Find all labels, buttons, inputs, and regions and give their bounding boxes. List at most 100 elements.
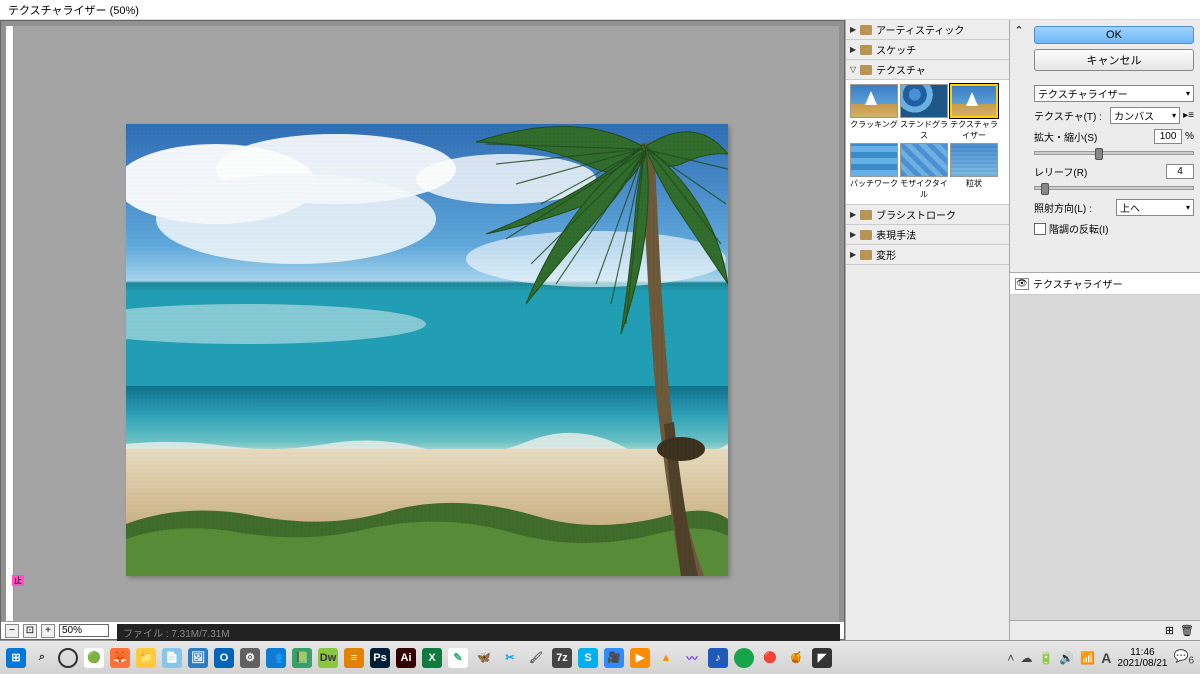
- delete-layer-button[interactable]: 🗑: [1180, 624, 1194, 637]
- vlc-icon[interactable]: ▲: [656, 648, 676, 668]
- effect-layer-row[interactable]: 👁 テクスチャライザー: [1010, 273, 1200, 295]
- taskbar: ⊞ ⌕ 🟢 🦊 📁 📄 🖼 O ⚙ 👥 📗 Dw ≡ Ps Ai X ✎ 🦋 ✂…: [0, 640, 1200, 674]
- settings-panel: ⌃ OK キャンセル テクスチャライザー▾ テクスチャ(T) : カンバス▾ ▸…: [1010, 20, 1200, 640]
- category-brushstroke[interactable]: ▶ブラシストローク: [846, 205, 1009, 225]
- green-icon[interactable]: [734, 648, 754, 668]
- settings-icon[interactable]: ⚙: [240, 648, 260, 668]
- relief-input[interactable]: [1166, 164, 1194, 179]
- chrome-icon[interactable]: 🟢: [84, 648, 104, 668]
- layer-name: テクスチャライザー: [1033, 276, 1123, 291]
- texture-select[interactable]: カンバス▾: [1110, 107, 1180, 124]
- folder-icon: [860, 25, 872, 35]
- search-icon[interactable]: ⌕: [32, 648, 52, 668]
- start-button[interactable]: ⊞: [6, 648, 26, 668]
- chevron-down-icon: ▾: [1172, 111, 1176, 120]
- app4-icon[interactable]: 🍯: [786, 648, 806, 668]
- cancel-button[interactable]: キャンセル: [1034, 49, 1194, 71]
- visibility-icon[interactable]: 👁: [1015, 278, 1029, 290]
- preview-image[interactable]: [126, 124, 728, 576]
- filter-thumbnails: クラッキング ステンドグラス テクスチャライザー パッチワーク モザイクタイル …: [846, 80, 1009, 205]
- seven-icon[interactable]: 7z: [552, 648, 572, 668]
- category-sketch[interactable]: ▶スケッチ: [846, 40, 1009, 60]
- ok-button[interactable]: OK: [1034, 26, 1194, 44]
- category-stylize[interactable]: ▶表現手法: [846, 225, 1009, 245]
- invert-label: 階調の反転(I): [1049, 221, 1108, 236]
- photoshop-icon[interactable]: Ps: [370, 648, 390, 668]
- category-distort[interactable]: ▶変形: [846, 245, 1009, 265]
- filter-select[interactable]: テクスチャライザー▾: [1034, 85, 1194, 102]
- invert-checkbox[interactable]: [1034, 223, 1046, 235]
- canvas-viewport[interactable]: 止: [6, 26, 839, 634]
- filter-stained-glass[interactable]: ステンドグラス: [900, 84, 948, 141]
- sublime-icon[interactable]: ≡: [344, 648, 364, 668]
- zoom-input[interactable]: [59, 624, 109, 637]
- status-text: ファイル : 7.31M/7.31M: [117, 624, 840, 641]
- zoom-in-button[interactable]: +: [41, 624, 55, 638]
- outlook-icon[interactable]: O: [214, 648, 234, 668]
- category-artistic[interactable]: ▶アーティスティック: [846, 20, 1009, 40]
- light-label: 照射方向(L) :: [1034, 200, 1113, 215]
- tray-chevron-icon[interactable]: ˄: [1007, 651, 1014, 665]
- illustrator-icon[interactable]: Ai: [396, 648, 416, 668]
- clock[interactable]: 11:46 2021/08/21: [1117, 647, 1167, 669]
- record-icon[interactable]: 🔴: [760, 648, 780, 668]
- ime-icon[interactable]: A: [1101, 650, 1111, 666]
- teams-icon[interactable]: 👥: [266, 648, 286, 668]
- filter-label: モザイクタイル: [900, 179, 948, 199]
- cloud-icon[interactable]: ☁: [1020, 651, 1032, 665]
- media-icon[interactable]: ▶: [630, 648, 650, 668]
- texture-menu-icon[interactable]: ▸≡: [1183, 110, 1194, 121]
- titlebar: テクスチャライザー (50%): [0, 0, 1200, 20]
- battery-icon[interactable]: 🔋: [1038, 651, 1053, 665]
- notif-count: 6: [1188, 655, 1194, 666]
- volume-icon[interactable]: 🔊: [1059, 651, 1074, 665]
- photos-icon[interactable]: 🖼: [188, 648, 208, 668]
- explorer-icon[interactable]: 📁: [136, 648, 156, 668]
- cortana-icon[interactable]: [58, 648, 78, 668]
- filter-label: ステンドグラス: [900, 120, 948, 140]
- filter-grain[interactable]: 粒状: [950, 143, 998, 200]
- dreamweaver-icon[interactable]: Dw: [318, 648, 338, 668]
- category-label: ブラシストローク: [876, 207, 956, 222]
- time: 11:46: [1117, 647, 1167, 658]
- music-icon[interactable]: ♪: [708, 648, 728, 668]
- notification-icon[interactable]: 💬6: [1173, 649, 1194, 666]
- new-layer-button[interactable]: ⊞: [1165, 624, 1174, 637]
- relief-label: レリーフ(R): [1034, 164, 1163, 179]
- filter-label: 粒状: [966, 179, 982, 188]
- window-title: テクスチャライザー (50%): [8, 2, 139, 18]
- filter-patchwork[interactable]: パッチワーク: [850, 143, 898, 200]
- butterfly-icon[interactable]: 🦋: [474, 648, 494, 668]
- date: 2021/08/21: [1117, 658, 1167, 669]
- relief-slider[interactable]: [1034, 186, 1194, 190]
- brush-icon[interactable]: 🖌: [526, 648, 546, 668]
- light-select[interactable]: 上へ▾: [1116, 199, 1194, 216]
- collapse-button[interactable]: ⌃: [1010, 20, 1028, 242]
- category-texture[interactable]: ▽テクスチャ: [846, 60, 1009, 80]
- app5-icon[interactable]: ◤: [812, 648, 832, 668]
- filter-texturizer[interactable]: テクスチャライザー: [950, 84, 998, 141]
- texture-label: テクスチャ(T) :: [1034, 108, 1107, 123]
- firefox-icon[interactable]: 🦊: [110, 648, 130, 668]
- zoom-fit-button[interactable]: ⊡: [23, 624, 37, 638]
- scale-input[interactable]: [1154, 129, 1182, 144]
- zoom-out-button[interactable]: −: [5, 624, 19, 638]
- app2-icon[interactable]: ✎: [448, 648, 468, 668]
- status-bar: ファイル : 7.31M/7.31M: [117, 624, 840, 638]
- snip-icon[interactable]: ✂: [500, 648, 520, 668]
- folder-icon: [860, 210, 872, 220]
- zoom-icon[interactable]: 🎥: [604, 648, 624, 668]
- wifi-icon[interactable]: 📶: [1080, 651, 1095, 665]
- skype-icon[interactable]: S: [578, 648, 598, 668]
- marker-icon: 止: [12, 575, 24, 586]
- app-icon[interactable]: 📗: [292, 648, 312, 668]
- notepad-icon[interactable]: 📄: [162, 648, 182, 668]
- folder-icon: [860, 65, 872, 75]
- app3-icon[interactable]: 〰: [682, 648, 702, 668]
- folder-icon: [860, 250, 872, 260]
- category-label: 表現手法: [876, 227, 916, 242]
- excel-icon[interactable]: X: [422, 648, 442, 668]
- scale-slider[interactable]: [1034, 151, 1194, 155]
- filter-crackling[interactable]: クラッキング: [850, 84, 898, 141]
- filter-mosaic-tile[interactable]: モザイクタイル: [900, 143, 948, 200]
